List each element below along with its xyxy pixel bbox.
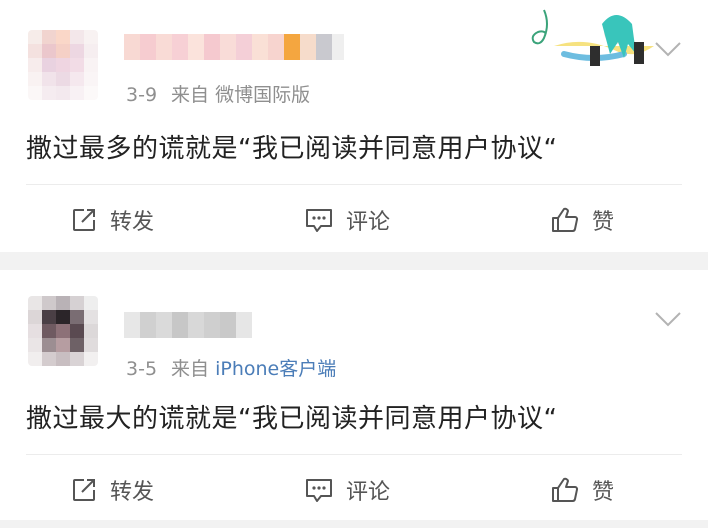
- repost-button[interactable]: 转发: [70, 470, 154, 510]
- like-icon: [552, 207, 579, 232]
- repost-label: 转发: [110, 210, 155, 235]
- weibo-post: 3-9 来自 微博国际版 撒过最多的谎就是“我已阅读并同意用户协议“ 转发 评论…: [0, 0, 708, 252]
- username-blurred[interactable]: [124, 312, 252, 338]
- comment-label: 评论: [346, 210, 391, 235]
- username-blurred[interactable]: [124, 34, 344, 60]
- weibo-post: 3-5 来自 iPhone客户端 撒过最大的谎就是“我已阅读并同意用户协议“ 转发…: [0, 270, 708, 520]
- divider: [26, 454, 682, 455]
- post-source[interactable]: 微博国际版: [215, 84, 310, 106]
- like-label: 赞: [592, 480, 615, 505]
- repost-label: 转发: [110, 480, 155, 505]
- post-meta: 3-9 来自 微博国际版: [126, 80, 310, 107]
- post-text: 撒过最大的谎就是“我已阅读并同意用户协议“: [26, 404, 558, 434]
- repost-icon: [73, 479, 95, 501]
- comment-button[interactable]: 评论: [304, 470, 390, 510]
- avatar[interactable]: [28, 296, 98, 366]
- chevron-down-icon[interactable]: [654, 310, 682, 328]
- divider: [26, 184, 682, 185]
- post-date: 3-9: [126, 84, 158, 106]
- repost-icon: [73, 209, 95, 231]
- post-text: 撒过最多的谎就是“我已阅读并同意用户协议“: [26, 134, 558, 164]
- comment-button[interactable]: 评论: [304, 200, 390, 240]
- like-icon: [552, 477, 579, 502]
- sticker-music-note: [531, 9, 654, 66]
- repost-button[interactable]: 转发: [70, 200, 154, 240]
- post-meta: 3-5 来自 iPhone客户端: [126, 354, 336, 381]
- chevron-down-icon[interactable]: [654, 40, 682, 58]
- source-prefix: 来自: [171, 84, 210, 106]
- like-button[interactable]: 赞: [550, 200, 614, 240]
- like-button[interactable]: 赞: [550, 470, 614, 510]
- post-source[interactable]: iPhone客户端: [215, 358, 336, 380]
- avatar[interactable]: [28, 30, 98, 100]
- source-prefix: 来自: [171, 358, 210, 380]
- comment-icon: [306, 209, 332, 232]
- post-actions: 转发 评论 赞: [0, 200, 708, 240]
- comment-icon: [306, 479, 332, 502]
- comment-label: 评论: [346, 480, 391, 505]
- post-date: 3-5: [126, 358, 158, 380]
- post-actions: 转发 评论 赞: [0, 470, 708, 510]
- like-label: 赞: [592, 210, 615, 235]
